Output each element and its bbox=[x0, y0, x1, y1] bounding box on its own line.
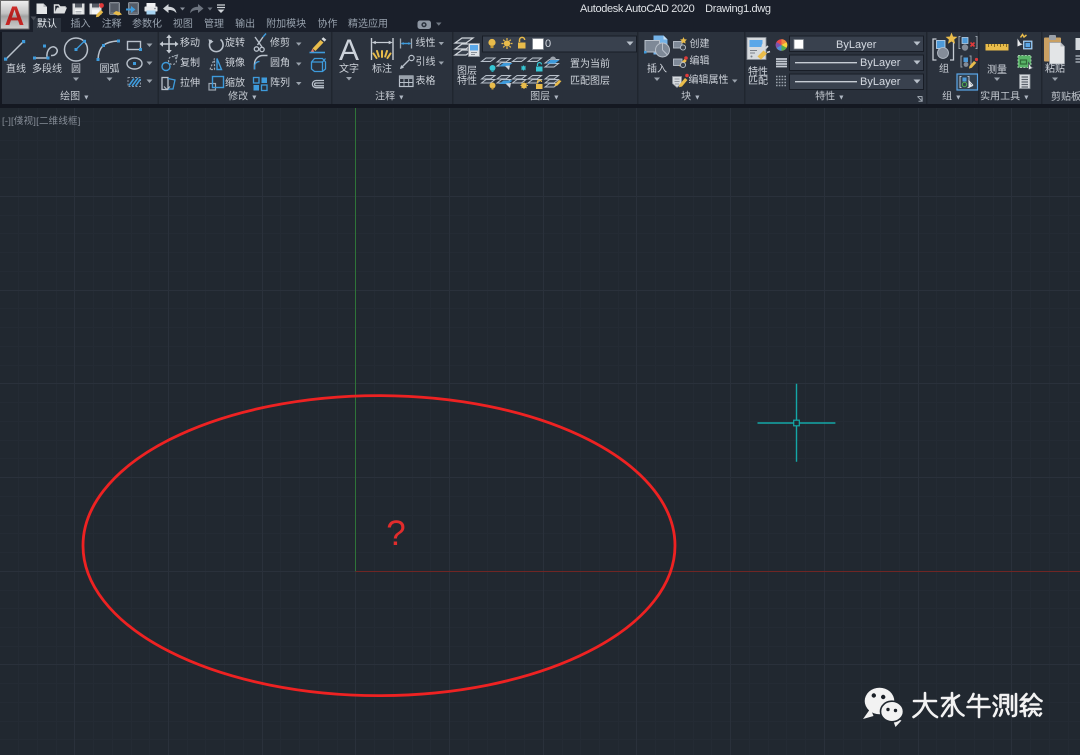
svg-text:?: ? bbox=[386, 514, 405, 553]
svg-text:A: A bbox=[5, 1, 25, 31]
svg-text:A: A bbox=[339, 34, 359, 67]
